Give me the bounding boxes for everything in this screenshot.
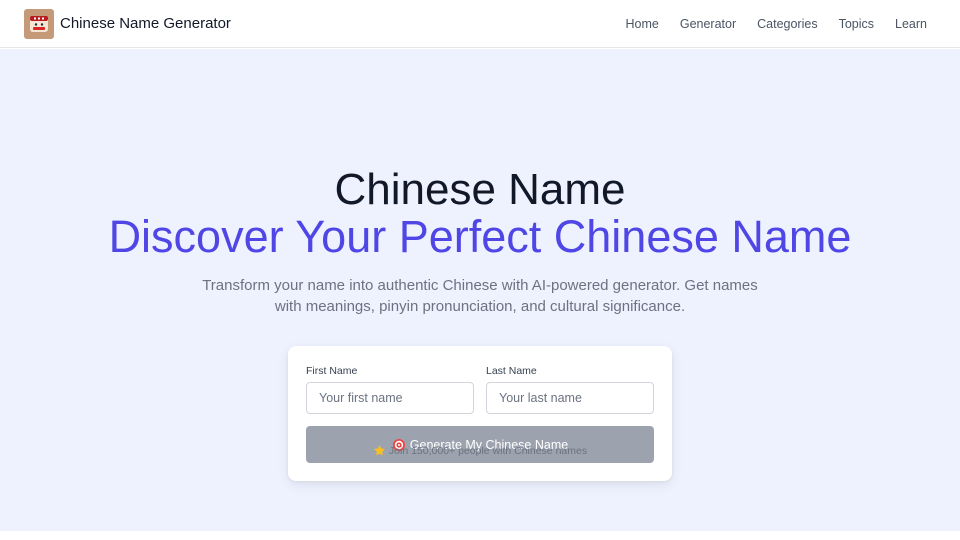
brand-name[interactable]: Chinese Name Generator xyxy=(60,15,231,32)
logo-icon[interactable] xyxy=(24,8,54,39)
hero-description: Transform your name into authentic Chine… xyxy=(202,277,758,315)
hero-section: Chinese Name Discover Your Perfect Chine… xyxy=(0,49,960,531)
nav-item-topics[interactable]: Topics xyxy=(839,17,874,31)
top-navbar: Chinese Name Generator Home Generator Ca… xyxy=(0,0,960,48)
nav-item-generator[interactable]: Generator xyxy=(680,17,736,31)
first-name-label: First Name xyxy=(306,365,358,377)
star-icon xyxy=(373,444,386,457)
hero-title: Chinese Name xyxy=(334,165,626,214)
name-form-card: First Name Last Name Generate My Chinese… xyxy=(288,346,672,481)
hero-subtitle: Discover Your Perfect Chinese Name xyxy=(108,211,852,262)
nav-item-learn[interactable]: Learn xyxy=(895,17,927,31)
nav-item-categories[interactable]: Categories xyxy=(757,17,817,31)
nav-item-home[interactable]: Home xyxy=(626,17,659,31)
last-name-input[interactable] xyxy=(486,382,654,414)
main-nav: Home Generator Categories Topics Learn xyxy=(626,17,928,31)
social-proof: Join 150,000+ people with Chinese names xyxy=(0,444,960,457)
first-name-input[interactable] xyxy=(306,382,474,414)
last-name-label: Last Name xyxy=(486,365,537,377)
social-proof-text: Join 150,000+ people with Chinese names xyxy=(388,444,588,457)
